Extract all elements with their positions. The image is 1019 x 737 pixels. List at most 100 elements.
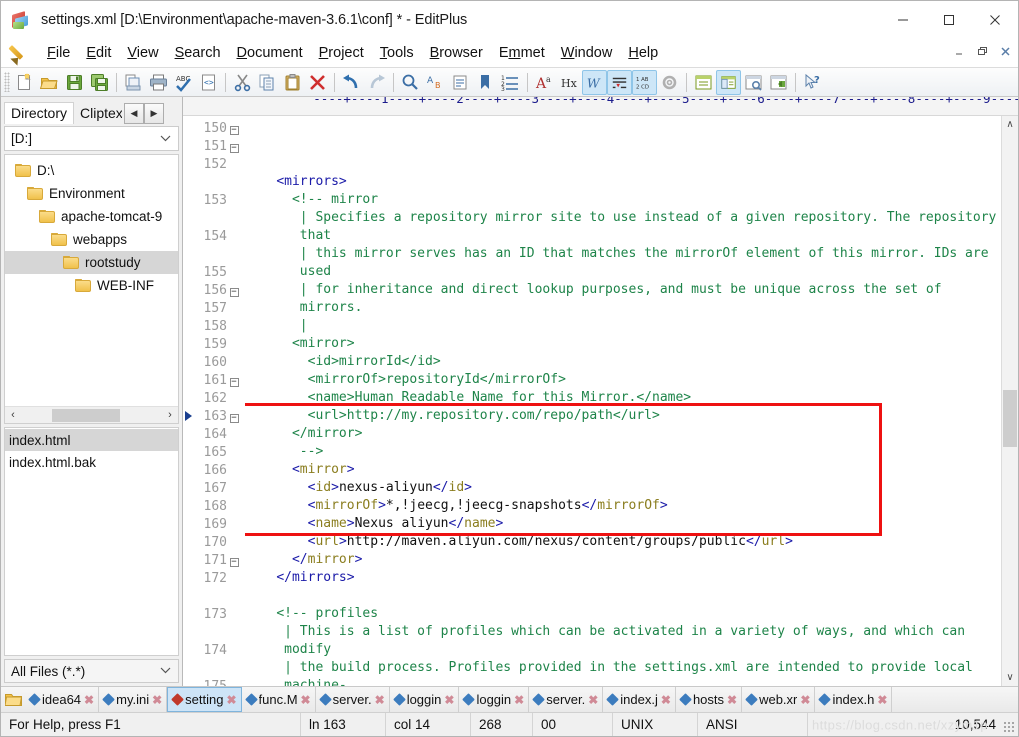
code-line[interactable]: --> xyxy=(245,443,1001,461)
editor-vscrollbar[interactable]: ∧ ∨ xyxy=(1001,116,1018,686)
code-line[interactable]: </mirror> xyxy=(245,551,1001,569)
fold-collapse-icon[interactable]: − xyxy=(227,140,241,153)
code-line[interactable]: | the build process. Profiles provided i… xyxy=(245,659,1001,677)
maximize-button[interactable] xyxy=(926,1,972,38)
numbered-list-icon[interactable]: 123 xyxy=(498,70,523,95)
gutter-line[interactable]: 159 xyxy=(183,335,245,353)
save-icon[interactable] xyxy=(62,70,87,95)
toolbar-grip[interactable] xyxy=(4,72,10,92)
file-filter-select[interactable]: All Files (*.*) xyxy=(4,659,179,683)
gutter-line[interactable]: 156− xyxy=(183,281,245,299)
gutter-line[interactable]: 158 xyxy=(183,317,245,335)
undo-icon[interactable] xyxy=(339,70,364,95)
code-line[interactable]: | Specifies a repository mirror site to … xyxy=(245,209,1001,227)
document-tab[interactable]: loggin ✖ xyxy=(390,687,460,712)
gutter-line[interactable]: 152 xyxy=(183,155,245,173)
hex-icon[interactable]: Hx xyxy=(557,70,582,95)
close-icon[interactable]: ✖ xyxy=(84,693,94,707)
fold-collapse-icon[interactable]: − xyxy=(227,122,241,135)
code-line[interactable]: mirrors. xyxy=(245,299,1001,317)
sidebar-tab-cliptext[interactable]: Cliptext xyxy=(74,103,123,124)
menu-project[interactable]: Project xyxy=(311,43,372,63)
menu-file[interactable]: File xyxy=(39,43,78,63)
find-icon[interactable] xyxy=(398,70,423,95)
code-line[interactable]: <mirrorOf>repositoryId</mirrorOf> xyxy=(245,371,1001,389)
folder-icon[interactable] xyxy=(1,687,25,712)
code-line[interactable]: | xyxy=(245,317,1001,335)
gutter-line[interactable]: 153 xyxy=(183,191,245,209)
gutter-line[interactable]: 154 xyxy=(183,227,245,245)
font-icon[interactable]: Aa xyxy=(532,70,557,95)
minimize-button[interactable] xyxy=(880,1,926,38)
code-line[interactable]: | this mirror serves has an ID that matc… xyxy=(245,245,1001,263)
sidebar-tab-next-button[interactable]: ▶ xyxy=(144,103,165,124)
close-icon[interactable]: ✖ xyxy=(661,693,671,707)
gutter-line[interactable] xyxy=(183,587,245,605)
cut-icon[interactable] xyxy=(230,70,255,95)
toggle-cliptext-icon[interactable] xyxy=(741,70,766,95)
gutter-line[interactable]: 160 xyxy=(183,353,245,371)
document-tab[interactable]: idea64 ✖ xyxy=(25,687,100,712)
redo-icon[interactable] xyxy=(364,70,389,95)
tree-node[interactable]: rootstudy xyxy=(5,251,178,274)
tree-node[interactable]: WEB-INF xyxy=(5,274,178,297)
spellcheck-icon[interactable]: ABC xyxy=(171,70,196,95)
code-text-area[interactable]: <mirrors> <!-- mirror | Specifies a repo… xyxy=(245,116,1001,686)
gutter-line[interactable]: 151− xyxy=(183,137,245,155)
tree-node[interactable]: apache-tomcat-9 xyxy=(5,205,178,228)
hscroll-right-arrow[interactable]: › xyxy=(162,409,178,421)
word-wrap-icon[interactable]: W xyxy=(582,69,607,95)
menu-emmet[interactable]: Emmet xyxy=(491,43,553,63)
gutter-line[interactable]: 175 xyxy=(183,677,245,687)
hscroll-track[interactable] xyxy=(21,407,162,423)
mdi-minimize-button[interactable] xyxy=(948,41,970,61)
menu-help[interactable]: Help xyxy=(620,43,666,63)
code-line[interactable]: <!-- mirror xyxy=(245,191,1001,209)
fold-collapse-icon[interactable]: − xyxy=(227,410,241,423)
tree-node[interactable]: Environment xyxy=(5,182,178,205)
code-line[interactable]: <url>http://my.repository.com/repo/path<… xyxy=(245,407,1001,425)
menu-view[interactable]: View xyxy=(119,43,166,63)
fold-collapse-icon[interactable]: − xyxy=(227,554,241,567)
mdi-restore-button[interactable] xyxy=(971,41,993,61)
code-line[interactable]: <id>mirrorId</id> xyxy=(245,353,1001,371)
code-line[interactable]: used xyxy=(245,263,1001,281)
column-marker-icon[interactable]: 1 AB 2 CD xyxy=(632,69,657,95)
line-number-icon[interactable] xyxy=(607,69,632,95)
code-line[interactable]: <id>nexus-aliyun</id> xyxy=(245,479,1001,497)
gutter-line[interactable]: 172 xyxy=(183,569,245,587)
code-line[interactable]: machine- xyxy=(245,677,1001,686)
replace-icon[interactable]: AB xyxy=(423,70,448,95)
document-tab[interactable]: func.M ✖ xyxy=(242,687,316,712)
save-all-icon[interactable] xyxy=(87,70,112,95)
resize-grip[interactable] xyxy=(1003,721,1016,734)
code-line[interactable]: <url>http://maven.aliyun.com/nexus/conte… xyxy=(245,533,1001,551)
file-list-item[interactable]: index.html.bak xyxy=(5,451,178,473)
code-line[interactable]: <mirror> xyxy=(245,461,1001,479)
close-icon[interactable]: ✖ xyxy=(588,693,598,707)
bookmark-icon[interactable] xyxy=(473,70,498,95)
fold-collapse-icon[interactable]: − xyxy=(227,374,241,387)
document-tab[interactable]: index.j ✖ xyxy=(603,687,676,712)
menu-search[interactable]: Search xyxy=(167,43,229,63)
directory-tree-hscrollbar[interactable]: ‹ › xyxy=(5,406,178,423)
gutter-line[interactable]: 171− xyxy=(183,551,245,569)
print-icon[interactable] xyxy=(146,70,171,95)
hscroll-left-arrow[interactable]: ‹ xyxy=(5,409,21,421)
gutter-line[interactable]: 163− xyxy=(183,407,245,425)
code-line[interactable]: </mirror> xyxy=(245,425,1001,443)
preferences-icon[interactable] xyxy=(657,70,682,95)
code-line[interactable]: <!-- profiles xyxy=(245,605,1001,623)
document-tab[interactable]: web.xr ✖ xyxy=(742,687,816,712)
code-line[interactable]: modify xyxy=(245,641,1001,659)
code-line[interactable]: that xyxy=(245,227,1001,245)
close-icon[interactable]: ✖ xyxy=(375,693,385,707)
open-file-icon[interactable] xyxy=(37,70,62,95)
close-icon[interactable]: ✖ xyxy=(301,693,311,707)
gutter-line[interactable]: 169 xyxy=(183,515,245,533)
document-tab[interactable]: setting ✖ xyxy=(167,687,242,712)
document-tab[interactable]: index.h ✖ xyxy=(815,687,893,712)
close-icon[interactable]: ✖ xyxy=(444,693,454,707)
code-line[interactable] xyxy=(245,587,1001,605)
gutter-line[interactable]: 167 xyxy=(183,479,245,497)
